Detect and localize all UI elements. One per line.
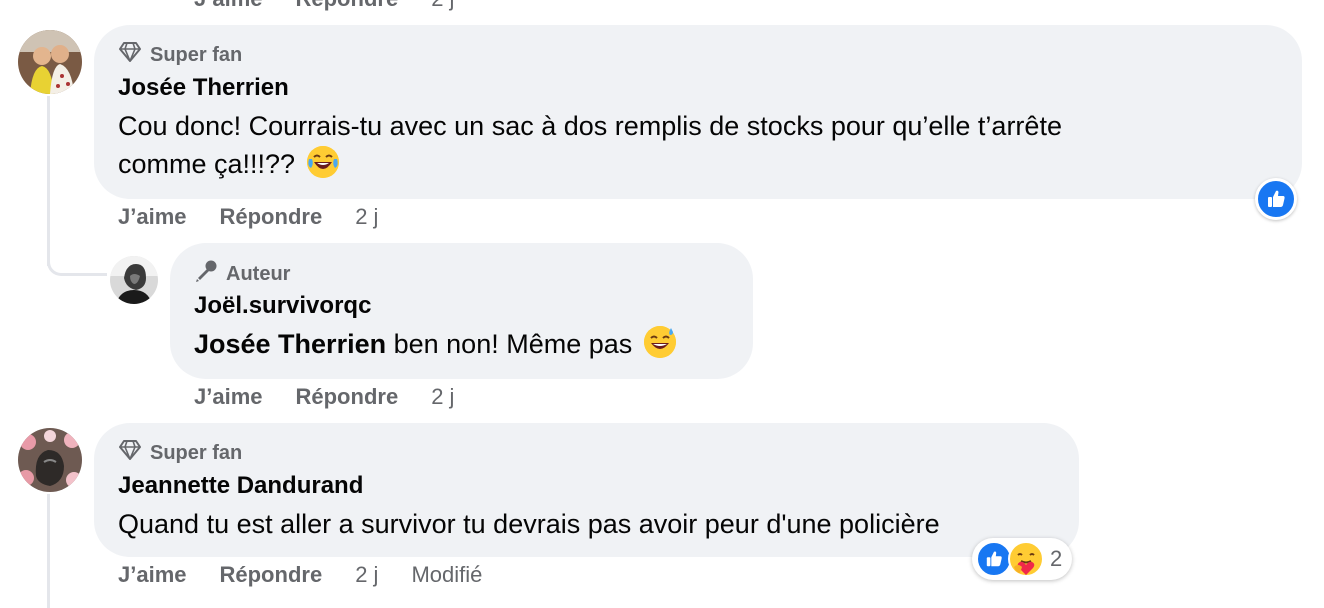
avatar[interactable] [110, 256, 158, 304]
comment-timestamp[interactable]: 2 j [355, 562, 378, 588]
reply-button[interactable]: Répondre [296, 384, 399, 410]
comment-timestamp[interactable]: 2 j [355, 204, 378, 230]
diamond-icon [118, 439, 142, 467]
avatar[interactable] [18, 30, 82, 94]
thumbs-up-icon [1268, 190, 1285, 207]
like-button[interactable]: J’aime [118, 562, 187, 588]
super-fan-badge[interactable]: Super fan [118, 439, 242, 467]
mention-link[interactable]: Josée Therrien [194, 329, 386, 359]
like-reaction-icon [976, 541, 1012, 577]
badge-label: Super fan [150, 43, 243, 66]
author-badge[interactable]: Auteur [194, 259, 290, 289]
thread-line [47, 494, 50, 608]
tears-of-joy-emoji [306, 146, 339, 178]
reactions-summary[interactable]: 2 [972, 538, 1073, 580]
like-button[interactable]: J’aime [118, 204, 187, 230]
comment-timestamp[interactable]: 2 j [431, 0, 454, 12]
comment-text: Quand tu est aller a survivor tu devrais… [118, 509, 940, 539]
comment-actions-partial: J’aime Répondre 2 j [194, 0, 487, 12]
badge-label: Auteur [226, 262, 291, 285]
comment-text-line: Cou donc! Courrais-tu avec un sac à dos … [118, 111, 1062, 141]
reply-button[interactable]: Répondre [220, 562, 323, 588]
reply-button[interactable]: Répondre [220, 204, 323, 230]
comment-actions: J’aime Répondre 2 j Modifié [118, 562, 482, 588]
comment-actions: J’aime Répondre 2 j [194, 384, 487, 410]
super-fan-badge[interactable]: Super fan [118, 41, 242, 69]
grinning-sweat-emoji [643, 326, 676, 358]
avatar[interactable] [18, 428, 82, 492]
like-button[interactable]: J’aime [194, 384, 263, 410]
microphone-icon [194, 259, 218, 289]
edited-label[interactable]: Modifié [411, 562, 482, 588]
thumbs-up-icon [986, 551, 1002, 567]
comment-text-line-2: comme ça!!!?? [118, 145, 1278, 183]
comment-actions: J’aime Répondre 2 j [118, 204, 411, 230]
care-reaction-icon [1008, 541, 1044, 577]
comment-text: Josée Therrien ben non! Même pas [194, 325, 676, 363]
comment-text: Cou donc! Courrais-tu avec un sac à dos … [118, 107, 1278, 183]
comment-author[interactable]: Joël.survivorqc [194, 292, 371, 320]
like-reaction-badge[interactable] [1255, 178, 1297, 220]
comment-timestamp[interactable]: 2 j [431, 384, 454, 410]
reply-button[interactable]: Répondre [296, 0, 399, 12]
thread-line-curve [47, 262, 107, 276]
badge-label: Super fan [150, 441, 243, 464]
like-button[interactable]: J’aime [194, 0, 263, 12]
thread-line [47, 96, 50, 266]
comment-author[interactable]: Jeannette Dandurand [118, 472, 363, 500]
diamond-icon [118, 41, 142, 69]
reaction-count: 2 [1050, 546, 1063, 571]
comment-author[interactable]: Josée Therrien [118, 74, 289, 102]
